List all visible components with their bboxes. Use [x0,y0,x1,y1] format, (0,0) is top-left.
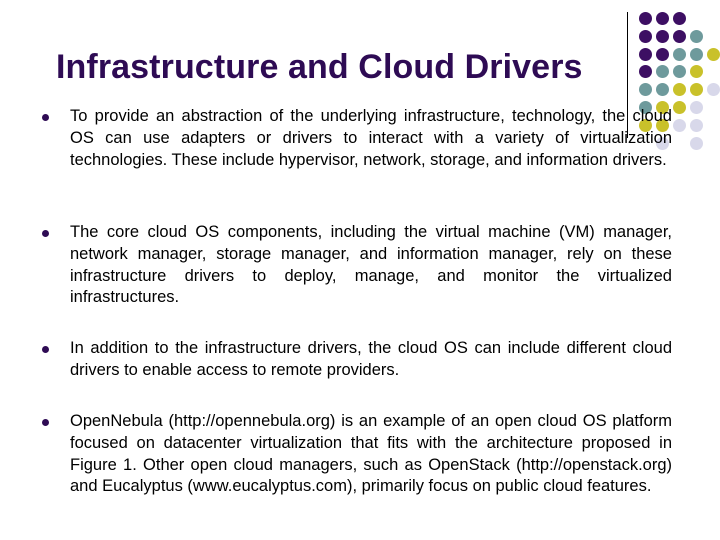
bullet-item: The core cloud OS components, including … [42,222,672,309]
decorative-dot [690,65,703,79]
bullet-item: OpenNebula (http://opennebula.org) is an… [42,411,672,498]
decorative-dot [656,29,669,43]
bullet-icon [42,346,49,353]
decorative-dot [639,83,652,97]
bullet-text: OpenNebula (http://opennebula.org) is an… [70,412,672,496]
decorative-dot [707,83,720,97]
decorative-dot [673,12,686,25]
decorative-dot [639,29,652,43]
decorative-dot [656,65,669,79]
bullet-icon [42,419,49,426]
slide-title: Infrastructure and Cloud Drivers [56,48,583,86]
decorative-dot [690,29,703,43]
decorative-dot [690,118,703,132]
bullet-item: To provide an abstraction of the underly… [42,106,672,171]
decorative-dot [690,136,703,150]
decorative-dot [690,83,703,97]
decorative-dot [656,83,669,97]
bullet-icon [42,230,49,237]
decorative-dot [673,118,686,132]
decorative-dot [707,47,720,61]
bullet-icon [42,114,49,121]
decorative-dot [639,12,652,25]
decorative-dot [673,65,686,79]
bullet-text: In addition to the infrastructure driver… [70,339,672,379]
bullet-text: The core cloud OS components, including … [70,223,672,307]
decorative-dot [639,65,652,79]
decorative-dot [673,83,686,97]
decorative-dot [690,101,703,114]
bullet-text: To provide an abstraction of the underly… [70,107,672,169]
decorative-dot [690,47,703,61]
bullet-item: In addition to the infrastructure driver… [42,338,672,382]
decorative-dot [673,29,686,43]
decorative-dot [639,47,652,61]
decorative-dot [673,47,686,61]
decorative-dot [656,12,669,25]
decorative-dot [656,47,669,61]
decorative-dot [673,101,686,114]
